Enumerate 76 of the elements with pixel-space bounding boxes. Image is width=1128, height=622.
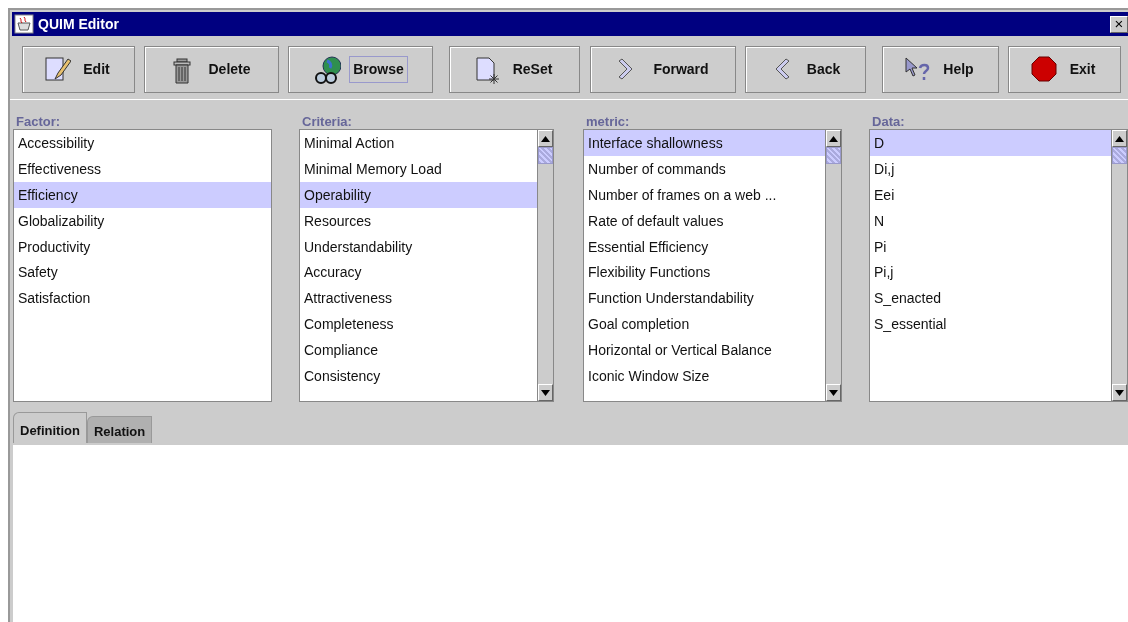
list-item[interactable]: Number of frames on a web ... — [584, 181, 825, 208]
list-header: Criteria: — [301, 113, 353, 129]
list-box[interactable] — [583, 129, 842, 402]
app-icon — [14, 14, 34, 34]
list-item[interactable]: Number of commands — [584, 155, 825, 182]
list-item[interactable]: Accessibility — [14, 130, 271, 156]
list-item[interactable]: D — [870, 130, 1111, 156]
list-box[interactable]: D Di,j Eei N Pi Pi,j S_enacted S_essential — [869, 129, 1128, 402]
scrollbar[interactable] — [1111, 130, 1127, 401]
window-title: QUIM Editor — [38, 14, 119, 34]
toolbar-button[interactable]: ReSet — [449, 46, 580, 93]
list-item[interactable]: Interface shallowness — [584, 130, 825, 156]
toolbar-button[interactable]: Edit — [22, 46, 135, 93]
list-item[interactable]: Resources — [300, 207, 537, 234]
scroll-up-button[interactable] — [1112, 130, 1127, 147]
up-arrow-icon — [1115, 135, 1124, 142]
list-item[interactable]: Pi — [870, 233, 1111, 260]
list-item[interactable]: Minimal Memory Load — [300, 155, 537, 182]
scroll-thumb[interactable] — [538, 147, 553, 164]
list-item[interactable]: Efficiency — [14, 181, 271, 208]
toolbar-button[interactable]: Delete — [144, 46, 279, 93]
list-item[interactable]: Essential Efficiency — [584, 233, 825, 260]
list-header: Factor: — [15, 113, 62, 129]
stop-icon — [1029, 54, 1058, 85]
list-item[interactable]: Satisfaction — [14, 285, 271, 312]
toolbar-button[interactable]: Help — [882, 46, 999, 93]
list-item[interactable]: Di,j — [870, 155, 1111, 182]
scroll-up-button[interactable] — [538, 130, 553, 147]
scroll-thumb[interactable] — [826, 147, 841, 164]
down-arrow-icon — [829, 389, 838, 396]
close-button[interactable]: × — [1110, 15, 1128, 33]
scrollbar[interactable] — [537, 130, 553, 401]
scrollbar[interactable] — [825, 130, 841, 401]
list-item[interactable]: Horizontal or Vertical Balance — [584, 337, 825, 363]
down-arrow-icon — [541, 389, 550, 396]
list-item[interactable]: Flexibility Functions — [584, 259, 825, 286]
list-item[interactable]: Pi,j — [870, 259, 1111, 286]
list-item[interactable]: Goal completion — [584, 311, 825, 338]
list-item[interactable]: S_essential — [870, 311, 1111, 338]
list-item[interactable]: Compliance — [300, 337, 537, 363]
up-arrow-icon — [541, 135, 550, 142]
down-arrow-icon — [1115, 389, 1124, 396]
list-item[interactable]: Attractiveness — [300, 285, 537, 312]
toolbar-button[interactable]: Back — [745, 46, 866, 93]
list-box[interactable]: Accessibility Effectiveness Efficiency Globalizability Productivity Safety Satisfaction — [13, 129, 272, 402]
tab[interactable]: Relation — [86, 416, 153, 443]
up-arrow-icon — [829, 135, 838, 142]
list-item[interactable]: Eei — [870, 181, 1111, 208]
list-item[interactable]: N — [870, 207, 1111, 234]
list-item[interactable]: Productivity — [14, 233, 271, 260]
list-item[interactable]: Accuracy — [300, 259, 537, 286]
list-item[interactable]: Understandability — [300, 233, 537, 260]
list-item[interactable]: Rate of default values — [584, 207, 825, 234]
binoculars-globe-icon — [313, 54, 342, 85]
scroll-thumb[interactable] — [1112, 147, 1127, 164]
list-box[interactable]: Minimal Action Minimal Memory Load Operability Resources Understandability Accuracy Attractiveness Completeness Compliance Consistency — [299, 129, 554, 402]
list-item[interactable]: S_enacted — [870, 285, 1111, 312]
scroll-down-button[interactable] — [538, 384, 553, 401]
toolbar-button[interactable]: Exit — [1008, 46, 1121, 93]
list-header: metric: — [585, 113, 631, 129]
tab[interactable]: Definition — [13, 412, 87, 443]
list-item[interactable]: Operability — [300, 181, 537, 208]
list-item[interactable]: Function Understandability — [584, 285, 825, 312]
scroll-down-button[interactable] — [826, 384, 841, 401]
list-item[interactable]: Minimal Action — [300, 130, 537, 156]
list-item[interactable]: Completeness — [300, 311, 537, 338]
toolbar-button[interactable]: Forward — [590, 46, 736, 93]
list-item[interactable]: Globalizability — [14, 207, 271, 234]
scroll-up-button[interactable] — [826, 130, 841, 147]
list-item[interactable]: Effectiveness — [14, 155, 271, 182]
list-item[interactable]: Safety — [14, 259, 271, 286]
list-item[interactable]: Iconic Window Size — [584, 363, 825, 389]
list-item[interactable]: Consistency — [300, 363, 537, 389]
toolbar-button[interactable]: Browse — [288, 46, 433, 93]
scroll-down-button[interactable] — [1112, 384, 1127, 401]
list-header: Data: — [871, 113, 906, 129]
